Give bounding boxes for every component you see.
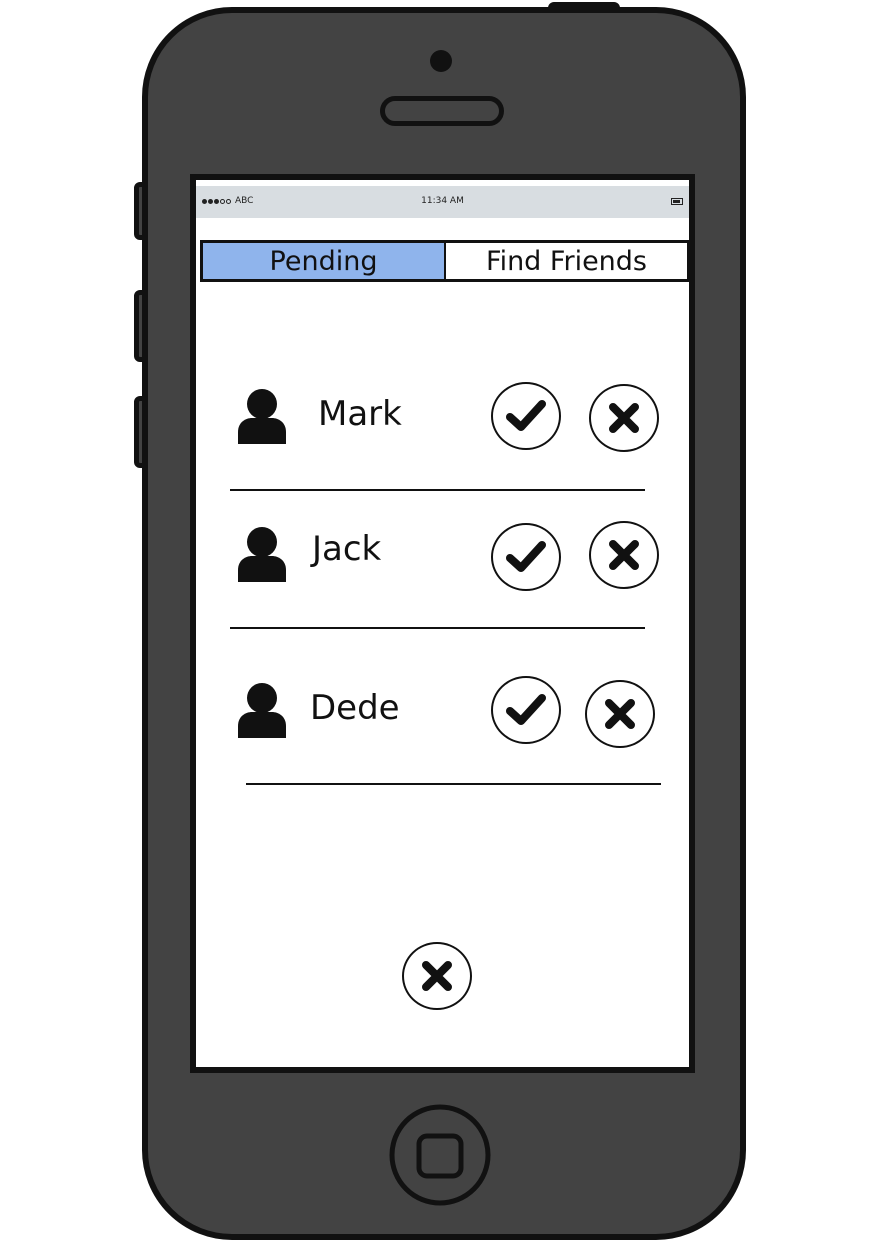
tab-pending[interactable]: Pending: [203, 243, 446, 279]
decline-button[interactable]: [589, 384, 659, 452]
row-divider: [230, 627, 645, 629]
friend-name: Mark: [318, 394, 402, 434]
tab-find-friends[interactable]: Find Friends: [446, 243, 687, 279]
x-icon: [609, 540, 639, 570]
row-divider: [246, 783, 661, 785]
status-time: 11:34 AM: [421, 196, 464, 206]
user-icon: [238, 683, 286, 738]
checkmark-icon: [506, 694, 546, 725]
phone-mockup: ABC 11:34 AM Pending Find Friends Mark J…: [0, 0, 891, 1246]
close-icon: [422, 961, 452, 991]
tab-bar: Pending Find Friends: [200, 240, 689, 282]
accept-button[interactable]: [491, 382, 561, 450]
accept-button[interactable]: [491, 523, 561, 591]
front-camera: [430, 50, 452, 72]
checkmark-icon: [506, 541, 546, 572]
user-icon: [238, 389, 286, 444]
x-icon: [605, 699, 635, 729]
friend-name: Dede: [310, 688, 400, 728]
x-icon: [609, 403, 639, 433]
battery-icon: [671, 198, 683, 205]
decline-button[interactable]: [589, 521, 659, 589]
friend-name: Jack: [312, 529, 382, 569]
earpiece-speaker: [380, 96, 504, 126]
checkmark-icon: [506, 400, 546, 431]
phone-screen: ABC 11:34 AM Pending Find Friends Mark J…: [190, 174, 695, 1073]
status-bar: ABC 11:34 AM: [196, 186, 689, 218]
accept-button[interactable]: [491, 676, 561, 744]
decline-button[interactable]: [585, 680, 655, 748]
row-divider: [230, 489, 645, 491]
user-icon: [238, 527, 286, 582]
close-button[interactable]: [402, 942, 472, 1010]
home-button: [389, 1104, 491, 1206]
